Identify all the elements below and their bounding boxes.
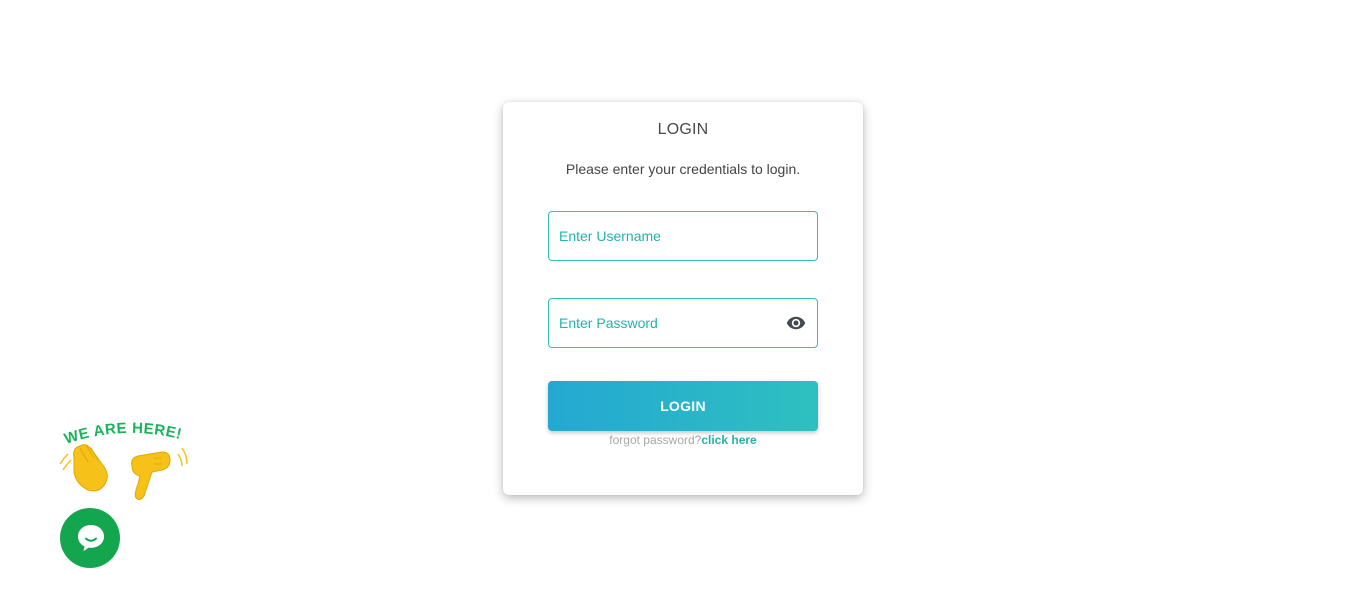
chat-bubble-icon <box>78 525 104 551</box>
password-input[interactable] <box>549 299 817 347</box>
we-are-here-text: WE ARE HERE! <box>62 420 183 448</box>
password-field-wrapper <box>548 298 818 348</box>
chat-launcher-button[interactable] <box>60 508 120 568</box>
username-field-wrapper <box>548 211 818 261</box>
login-subtitle: Please enter your credentials to login. <box>565 161 801 177</box>
forgot-password-text: forgot password? <box>609 433 702 447</box>
eye-icon[interactable] <box>785 313 807 333</box>
forgot-password-link[interactable]: click here <box>701 433 756 447</box>
pointing-hand-icon <box>131 447 188 501</box>
we-are-here-badge[interactable]: WE ARE HERE! <box>58 418 188 508</box>
username-input[interactable] <box>549 212 817 260</box>
login-button[interactable]: LOGIN <box>548 381 818 431</box>
login-card: LOGIN Please enter your credentials to l… <box>503 102 863 495</box>
login-title: LOGIN <box>657 121 709 138</box>
forgot-password-row: forgot password?click here <box>503 433 863 447</box>
waving-hand-icon <box>59 444 108 492</box>
